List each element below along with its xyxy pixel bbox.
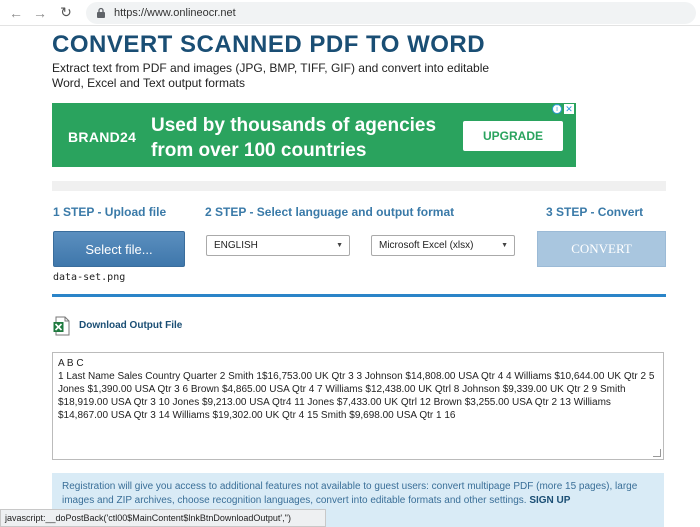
ad-headline: Used by thousands of agencies from over …: [151, 113, 436, 163]
back-arrow-icon[interactable]: ←: [6, 3, 26, 23]
ad-upgrade-button[interactable]: UPGRADE: [463, 121, 563, 151]
url-text: https://www.onlineocr.net: [114, 6, 236, 19]
step3-heading: 3 STEP - Convert: [546, 205, 644, 219]
ad-close-icon[interactable]: ✕: [564, 104, 574, 114]
convert-button[interactable]: CONVERT: [537, 231, 666, 267]
sign-up-link[interactable]: SIGN UP: [529, 495, 570, 506]
ad-brand-logo: BRAND24: [68, 129, 137, 145]
output-format-selected-value: Microsoft Excel (xlsx): [379, 240, 474, 251]
output-format-select[interactable]: Microsoft Excel (xlsx) ▼: [371, 235, 515, 256]
browser-status-bar: javascript:__doPostBack('ctl00$MainConte…: [0, 509, 326, 527]
ad-headline-line2: from over 100 countries: [151, 140, 367, 161]
uploaded-file-name: data-set.png: [53, 272, 126, 283]
select-file-button[interactable]: Select file...: [53, 231, 185, 267]
download-output-link[interactable]: Download Output File: [79, 320, 182, 331]
language-select[interactable]: ENGLISH ▼: [206, 235, 350, 256]
step2-heading: 2 STEP - Select language and output form…: [205, 205, 455, 219]
section-divider: [52, 294, 666, 297]
excel-file-icon[interactable]: [53, 316, 71, 336]
ad-banner[interactable]: BRAND24 Used by thousands of agencies fr…: [52, 103, 576, 167]
output-text-line2: 1 Last Name Sales Country Quarter 2 Smit…: [58, 371, 655, 421]
ad-headline-line1: Used by thousands of agencies: [151, 115, 437, 136]
address-bar[interactable]: https://www.onlineocr.net: [86, 1, 696, 24]
page-subtitle: Extract text from PDF and images (JPG, B…: [52, 61, 490, 90]
language-selected-value: ENGLISH: [214, 240, 258, 251]
output-text-line1: A B C: [58, 358, 84, 369]
output-text-area[interactable]: A B C 1 Last Name Sales Country Quarter …: [52, 352, 664, 460]
browser-toolbar: ← → ↻ https://www.onlineocr.net: [0, 0, 700, 26]
reload-icon[interactable]: ↻: [56, 3, 76, 23]
step1-heading: 1 STEP - Upload file: [53, 205, 167, 219]
ad-info-icon[interactable]: i: [552, 104, 562, 114]
separator-strip: [52, 181, 666, 191]
resize-handle-icon[interactable]: [653, 449, 661, 457]
chevron-down-icon: ▼: [336, 242, 343, 249]
chevron-down-icon: ▼: [501, 242, 508, 249]
lock-icon: [96, 7, 108, 19]
forward-arrow-icon[interactable]: →: [30, 3, 50, 23]
page-title: CONVERT SCANNED PDF TO WORD: [52, 31, 486, 58]
